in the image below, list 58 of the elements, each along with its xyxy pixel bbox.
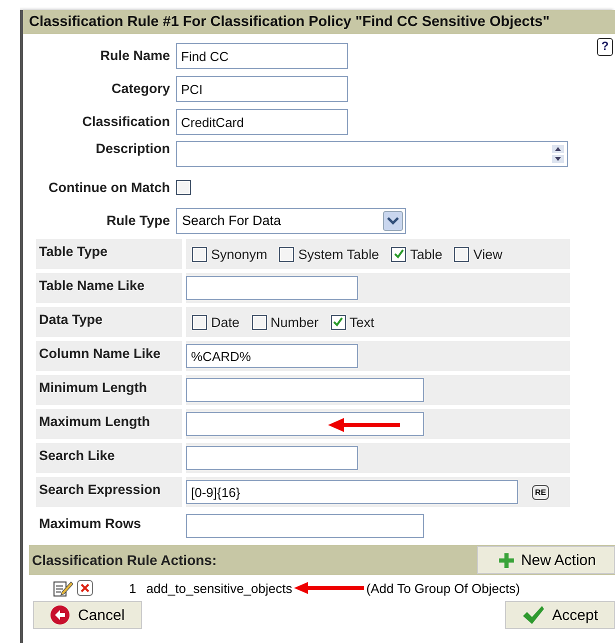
criteria-label: Column Name Like [36,341,182,371]
criteria-label: Search Expression [36,477,182,507]
checkbox[interactable] [391,246,406,262]
regex-badge[interactable]: RE [532,484,550,500]
checkmark-icon [522,605,544,625]
checkbox[interactable] [279,246,294,262]
checkbox-label: Synonym [211,246,268,262]
plus-icon [498,552,515,568]
field-label: Description [94,141,170,156]
section-title: Classification Rule Actions: [31,552,217,568]
checkbox-label: View [473,246,502,262]
text-field[interactable] [186,412,424,436]
edit-icon[interactable] [53,579,73,597]
criteria-label: Maximum Length [36,409,182,439]
checkbox-label: Number [270,314,319,330]
criteria-label: Minimum Length [36,375,182,405]
text-field[interactable]: [0-9]{16} [186,480,518,504]
text-field[interactable] [186,446,358,470]
checkbox[interactable] [192,314,207,330]
field-label: Rule Type [105,213,170,228]
checkbox-label: System Table [298,246,380,262]
checkbox[interactable] [454,246,470,262]
field-label: Classification [81,114,170,129]
field-label: Continue on Match [48,180,170,195]
field-label: Category [110,81,170,96]
delete-icon[interactable] [77,580,93,596]
text-field[interactable] [186,378,424,402]
text-field[interactable] [186,514,424,538]
checkbox[interactable] [192,246,207,262]
checkbox-label: Date [211,314,240,330]
dialog-title: Classification Rule #1 For Classification Policy "Find CC Sensitive Objects" [23,10,615,34]
pointer-arrow [328,418,400,432]
spinner-icon[interactable] [552,145,564,163]
accept-button[interactable]: Accept [505,601,615,629]
text-field[interactable] [186,276,358,300]
checkbox[interactable] [176,180,191,195]
cancel-button[interactable]: Cancel [33,601,142,629]
pointer-arrow [294,582,364,594]
checkbox-label: Table [410,246,442,262]
text-field[interactable]: CreditCard [176,108,348,134]
text-field[interactable]: PCI [176,76,348,102]
action-type: (Add To Group Of Objects) [366,580,520,596]
criteria-label: Search Like [36,443,182,473]
field-label: Rule Name [99,48,170,63]
checkbox[interactable] [330,314,346,330]
help-icon[interactable]: ? [597,38,613,56]
checkbox[interactable] [252,314,267,330]
action-name[interactable]: add_to_sensitive_objects [146,580,292,596]
checkbox-label: Text [350,314,374,330]
criteria-label: Table Name Like [36,273,182,303]
new-action-button[interactable]: New Action [476,546,615,574]
text-field[interactable]: %CARD% [186,344,358,368]
action-number: 1 [129,580,136,596]
criteria-label: Table Type [36,239,182,269]
rule-type-dropdown[interactable]: Search For Data [176,208,406,234]
description-field[interactable] [176,141,568,167]
criteria-label: Data Type [36,307,182,337]
text-field[interactable]: Find CC [176,42,348,68]
